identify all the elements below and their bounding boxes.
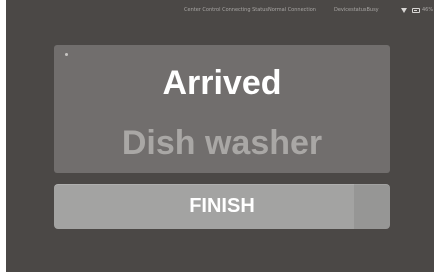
- dish-name: Dish washer: [121, 124, 323, 162]
- battery-percent: 46%: [422, 7, 434, 13]
- notification-card: Arrived Dish washer: [54, 45, 390, 173]
- wifi-icon: [401, 8, 407, 13]
- battery-icon: [412, 8, 420, 13]
- connection-status: Center Control Connecting StatusNormal C…: [184, 7, 316, 13]
- finish-button-label: FINISH: [189, 195, 255, 217]
- device-status: DevicestatusBusy: [334, 7, 379, 13]
- indicator-dot-icon: [65, 53, 68, 56]
- finish-button[interactable]: FINISH: [54, 184, 390, 229]
- status-bar: Center Control Connecting StatusNormal C…: [6, 0, 434, 22]
- arrival-title: Arrived: [162, 64, 282, 102]
- screen: Center Control Connecting StatusNormal C…: [6, 0, 434, 272]
